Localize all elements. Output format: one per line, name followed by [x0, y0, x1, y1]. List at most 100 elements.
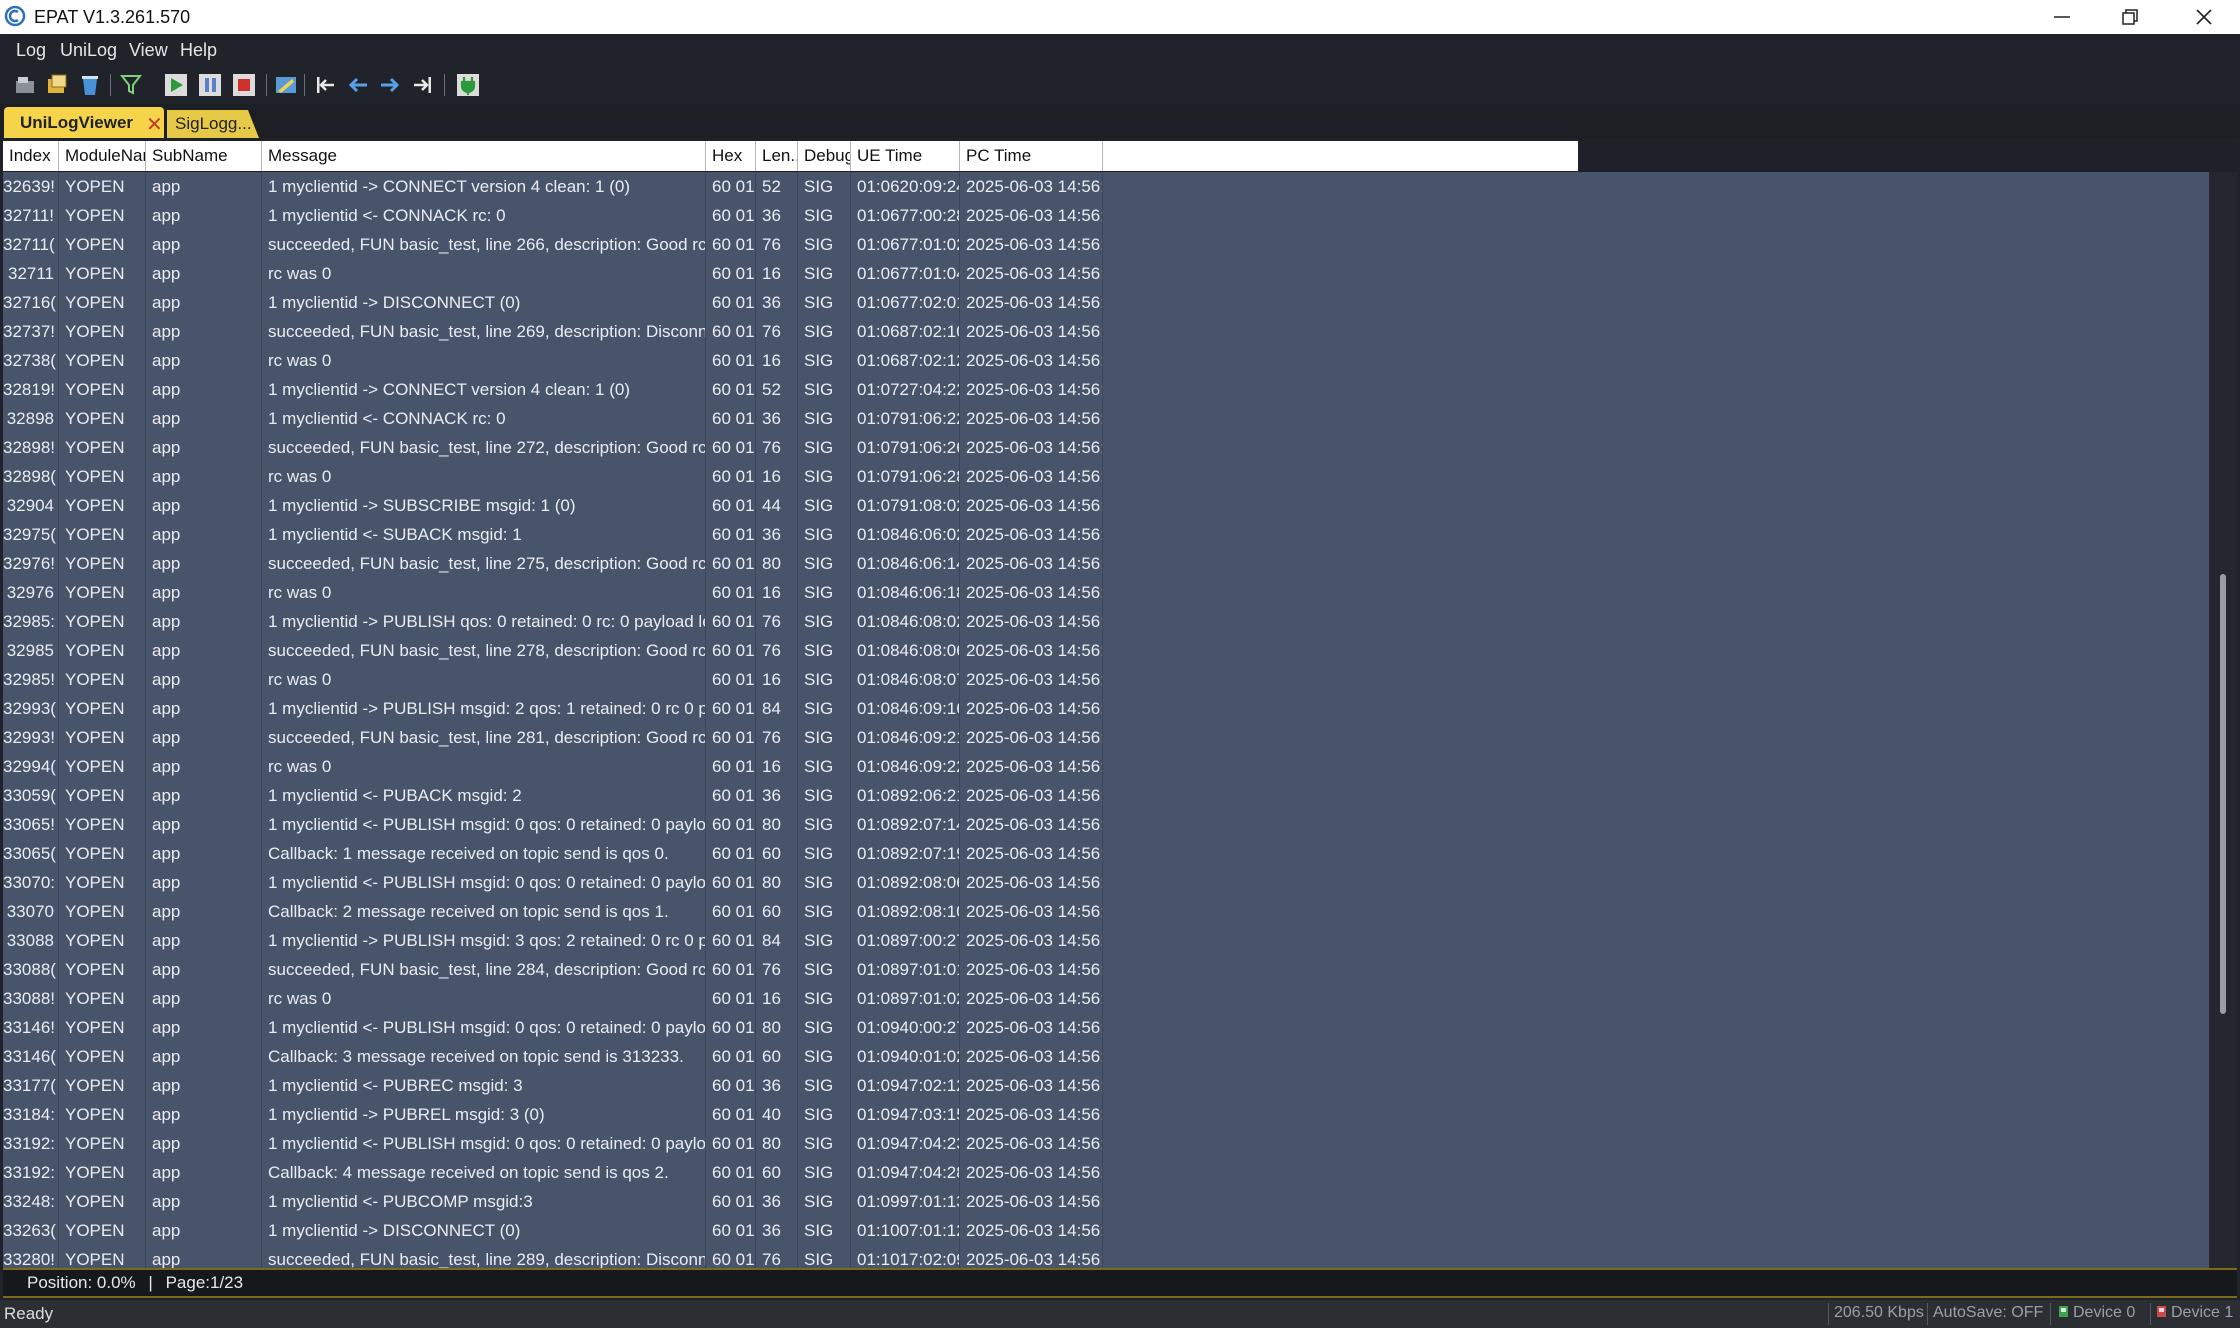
go-last-button[interactable] [408, 71, 436, 99]
cell-pc-time: 2025-06-03 14:56:11.995 [960, 1187, 1103, 1216]
connect-device-button[interactable] [454, 71, 482, 99]
open-log-button[interactable] [12, 71, 40, 99]
cell-length: 80 [756, 1013, 798, 1042]
table-row[interactable]: 33184: YOPEN app 1 myclientid -> PUBREL msg… [3, 1100, 1578, 1129]
tab-close-icon[interactable]: ✕ [146, 112, 163, 137]
table-row[interactable]: 33263(YOPEN app 1 myclientid -> DISCONNECT… [3, 1216, 1578, 1245]
table-row[interactable]: 32993(YOPEN app 1 myclientid -> PUBLISH ms… [3, 694, 1578, 723]
cell-length: 36 [756, 201, 798, 230]
save-icon [48, 74, 67, 93]
table-row[interactable]: 33192: YOPEN app 1 myclientid <- PUBLISH ms… [3, 1129, 1578, 1158]
vertical-scrollbar[interactable] [2209, 172, 2237, 1268]
start-button[interactable] [162, 71, 190, 99]
table-row[interactable]: 33088(YOPEN app succeeded, FUN basic_test,… [3, 955, 1578, 984]
go-first-button[interactable] [312, 71, 340, 99]
table-row[interactable]: 33088!YOPENapprc was 060 01 1816SIG01:08… [3, 984, 1578, 1013]
cell-modulename: YOPEN [59, 636, 146, 665]
table-row[interactable]: 32993! YOPEN app succeeded, FUN basic_test,… [3, 723, 1578, 752]
device-1-status[interactable]: Device 1 [2156, 1304, 2233, 1322]
close-icon [2196, 9, 2212, 25]
table-row[interactable]: 32711(YOPEN app succeeded, FUN basic_test,… [3, 230, 1578, 259]
table-row[interactable]: 32994(YOPENapprc was 060 01 1816SIG01:08… [3, 752, 1578, 781]
table-row[interactable]: 33070 YOPEN app Callback: 2 message receive… [3, 897, 1578, 926]
stop-button[interactable] [230, 71, 258, 99]
table-row[interactable]: 33059(YOPEN app 1 myclientid <- PUBACK msg… [3, 781, 1578, 810]
table-row[interactable]: 32738(YOPENapprc was 060 01 1816SIG01:06… [3, 346, 1578, 375]
cell-subname: app [146, 984, 262, 1013]
header-col-hex[interactable]: Hex [706, 141, 756, 171]
scrollbar-thumb[interactable] [2220, 574, 2226, 1014]
minimize-button[interactable] [2028, 0, 2096, 34]
table-row[interactable]: 32711YOPENapprc was 060 01 1816SIG01:067… [3, 259, 1578, 288]
cell-subname: app [146, 868, 262, 897]
table-row[interactable]: 32985 YOPEN app succeeded, FUN basic_test, … [3, 636, 1578, 665]
header-col-ue-time[interactable]: UE Time [851, 141, 960, 171]
header-col-modulename[interactable]: ModuleName [59, 141, 146, 171]
table-row[interactable]: 32898! YOPEN app succeeded, FUN basic_test,… [3, 433, 1578, 462]
highlight-button[interactable] [272, 71, 300, 99]
table-row[interactable]: 33192: YOPEN app Callback: 4 message receiv… [3, 1158, 1578, 1187]
cell-hex: 60 01 18 [706, 897, 756, 926]
table-row[interactable]: 33088 YOPEN app 1 myclientid -> PUBLISH msg… [3, 926, 1578, 955]
pause-icon [199, 74, 221, 96]
table-row[interactable]: 33065! YOPEN app 1 myclientid <- PUBLISH ms… [3, 810, 1578, 839]
table-row[interactable]: 33248: YOPEN app 1 myclientid <- PUBCOMP ms… [3, 1187, 1578, 1216]
cell-pc-time: 2025-06-03 14:56:08.232 [960, 172, 1103, 201]
cell-modulename: YOPEN [59, 317, 146, 346]
menu-unilog[interactable]: UniLog [60, 40, 117, 61]
menu-help[interactable]: Help [180, 40, 217, 61]
go-previous-button[interactable] [344, 71, 372, 99]
table-row[interactable]: 32975(YOPEN app 1 myclientid <- SUBACK msg… [3, 520, 1578, 549]
go-next-button[interactable] [376, 71, 404, 99]
cell-index: 32737! [3, 317, 59, 346]
table-row[interactable]: 32904 YOPEN app 1 myclientid -> SUBSCRIBE m… [3, 491, 1578, 520]
cell-length: 36 [756, 1216, 798, 1245]
header-col-pc-time[interactable]: PC Time [960, 141, 1103, 171]
tab-unilogviewer[interactable]: UniLogViewer ✕ [4, 107, 164, 138]
restore-button[interactable] [2096, 0, 2164, 34]
pause-button[interactable] [196, 71, 224, 99]
header-col-message[interactable]: Message [262, 141, 706, 171]
table-row[interactable]: 33146(YOPEN app Callback: 3 message receiv… [3, 1042, 1578, 1071]
cell-message: rc was 0 [262, 984, 706, 1013]
table-row[interactable]: 32898 YOPEN app 1 myclientid <- CONNACK rc:… [3, 404, 1578, 433]
table-row[interactable]: 32639! YOPEN app 1 myclientid -> CONNECT ve… [3, 172, 1578, 201]
table-row[interactable]: 32716(YOPEN app 1 myclientid -> DISCONNECT… [3, 288, 1578, 317]
autosave-status: AutoSave: OFF [1933, 1304, 2044, 1321]
cell-hex: 60 01 18 [706, 723, 756, 752]
table-row[interactable]: 32819! YOPEN app 1 myclientid -> CONNECT ve… [3, 375, 1578, 404]
table-row[interactable]: 32985: YOPEN app 1 myclientid -> PUBLISH qo… [3, 607, 1578, 636]
tab-siglogger[interactable]: SigLogg... [167, 110, 259, 138]
menu-log[interactable]: Log [16, 40, 46, 61]
header-col-length[interactable]: Len... [756, 141, 798, 171]
header-col-index[interactable]: Index [3, 141, 59, 171]
cell-ue-time: 01:0846:09:16928 [851, 694, 960, 723]
cell-pc-time: 2025-06-03 14:56:10.489 [960, 578, 1103, 607]
cell-pc-time: 2025-06-03 14:56:08.794 [960, 259, 1103, 288]
table-row[interactable]: 33280! YOPEN app succeeded, FUN basic_test,… [3, 1245, 1578, 1268]
clear-log-button[interactable] [76, 71, 104, 99]
cell-modulename: YOPEN [59, 810, 146, 839]
menu-view[interactable]: View [129, 40, 168, 61]
table-row[interactable]: 32737! YOPEN app succeeded, FUN basic_test,… [3, 317, 1578, 346]
table-row[interactable]: 32976! YOPEN app succeeded, FUN basic_test,… [3, 549, 1578, 578]
save-log-button[interactable] [44, 71, 72, 99]
header-col-debug[interactable]: Debug... [798, 141, 851, 171]
table-row[interactable]: 33177(YOPEN app 1 myclientid <- PUBREC msg… [3, 1071, 1578, 1100]
filter-button[interactable] [118, 71, 146, 99]
table-row[interactable]: 33146! YOPEN app 1 myclientid <- PUBLISH ms… [3, 1013, 1578, 1042]
cell-debug: SIG [798, 259, 851, 288]
cell-modulename: YOPEN [59, 1042, 146, 1071]
grid-body[interactable]: 32639! YOPEN app 1 myclientid -> CONNECT ve… [3, 172, 2209, 1268]
table-row[interactable]: 33070: YOPEN app 1 myclientid <- PUBLISH ms… [3, 868, 1578, 897]
table-row[interactable]: 32898(YOPENapprc was 060 01 1816SIG01:07… [3, 462, 1578, 491]
table-row[interactable]: 33065(YOPEN app Callback: 1 message receiv… [3, 839, 1578, 868]
table-row[interactable]: 32976YOPENapprc was 060 01 1816SIG01:084… [3, 578, 1578, 607]
cell-hex: 60 01 18 [706, 1158, 756, 1187]
close-window-button[interactable] [2170, 0, 2238, 34]
connect-icon [457, 74, 479, 96]
table-row[interactable]: 32711! YOPEN app 1 myclientid <- CONNACK rc… [3, 201, 1578, 230]
header-col-subname[interactable]: SubName [146, 141, 262, 171]
device-0-status[interactable]: Device 0 [2058, 1304, 2135, 1322]
table-row[interactable]: 32985!YOPENapprc was 060 01 1816SIG01:08… [3, 665, 1578, 694]
